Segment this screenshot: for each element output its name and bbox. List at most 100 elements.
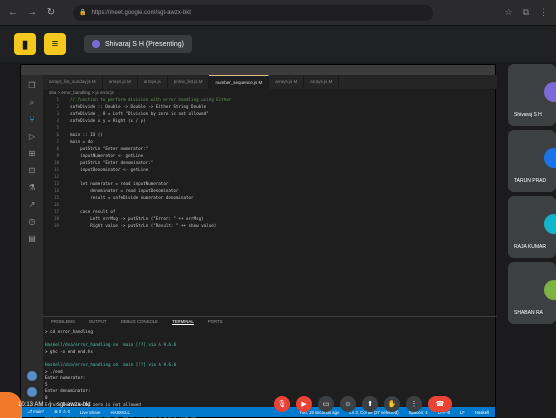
code-line: 9 inputNumerator <- getLine [43, 152, 497, 159]
emoji-icon[interactable]: ☺ [340, 396, 356, 412]
mic-off-icon[interactable]: 🎙 [274, 396, 290, 412]
forward-icon[interactable]: → [27, 7, 37, 18]
editor-tab[interactable]: arrays_list_sunday.js M [43, 75, 103, 89]
editor-tabs: arrays_list_sunday.js Marrays.js Marrays… [43, 75, 497, 89]
participant-tile[interactable]: Shivaraj S H [508, 64, 556, 126]
avatar [544, 148, 556, 168]
panel-tab[interactable]: OUTPUT [89, 319, 107, 324]
code-line: 18 Left errMsg -> putStrLn ("Error: " ++… [43, 215, 497, 222]
code-text: safeDivide _ 0 = Left "Division by zero … [65, 111, 209, 116]
status-item[interactable]: ⊗ 0 ⚠ 0 [54, 409, 70, 415]
lock-icon: 🔒 [79, 10, 87, 16]
browser-toolbar: ← → ↻ 🔒 https://meet.google.com/sgt-awzx… [0, 0, 556, 26]
code-line: 16 [43, 201, 497, 208]
docker-icon[interactable]: ▤ [28, 234, 37, 243]
camera-off-icon[interactable]: ▶ [296, 396, 312, 412]
timeline-icon[interactable]: ◷ [28, 217, 37, 226]
explorer-icon[interactable]: ❐ [28, 81, 37, 90]
presenting-indicator[interactable]: Shivaraj S H (Presenting) [84, 35, 192, 53]
panel-tab[interactable]: DEBUG CONSOLE [121, 319, 159, 324]
code-line: 19 Right value -> putStrLn ("Result: " +… [43, 222, 497, 229]
participant-tile[interactable]: SHABAN RA [508, 262, 556, 324]
captions-button-icon[interactable]: ▭ [318, 396, 334, 412]
status-item[interactable]: Live Share [80, 410, 101, 415]
code-text: putStrLn "Enter denominator:" [65, 160, 154, 165]
breadcrumb[interactable]: dsa > error_handling > js error.js [49, 90, 114, 95]
code-text: main = do [65, 139, 93, 144]
editor-tab[interactable]: arrays.js M [103, 75, 138, 89]
code-text: // function to perform division with err… [65, 97, 232, 102]
captions-icon[interactable]: ≡ [44, 33, 66, 55]
status-item[interactable]: ⎇ main* [27, 409, 44, 415]
code-editor[interactable]: 1 // function to perform division with e… [43, 96, 497, 314]
code-text: Right value -> putStrLn ("Result: " ++ s… [65, 223, 217, 228]
editor-tab[interactable]: number_sequence.js M [209, 75, 270, 89]
extensions-icon[interactable]: ⊞ [28, 149, 37, 158]
raise-hand-icon[interactable]: ✋ [384, 396, 400, 412]
code-line: 4 safeDivide x y = Right (x / y) [43, 117, 497, 124]
source-control-icon[interactable]: ⑂ [28, 115, 37, 124]
avatar [544, 214, 556, 234]
clock-time: 10:13 AM [18, 402, 44, 408]
meet-logo-icon: ▮ [14, 33, 36, 55]
present-icon[interactable]: ⬆ [362, 396, 378, 412]
terminal-line: Haskell/dsa/error_handling on main [!?] … [45, 342, 177, 348]
editor-tab[interactable]: prime_list.js M [168, 75, 210, 89]
star-icon[interactable]: ☆ [504, 7, 512, 18]
code-text: case result of [65, 209, 116, 214]
line-number: 1 [56, 97, 59, 102]
meeting-code: sgt-awzx-bkt [56, 402, 91, 408]
editor-tab[interactable]: arrays.js M [269, 75, 305, 89]
remote-icon[interactable]: ⊡ [28, 166, 37, 175]
terminal-line: Haskell/dsa/error_handling on main [!?] … [45, 361, 177, 367]
code-line: 5 [43, 124, 497, 131]
panel-tab[interactable]: TERMINAL [172, 319, 194, 325]
run-debug-icon[interactable]: ▷ [28, 132, 37, 141]
code-line: 6 main :: IO () [43, 131, 497, 138]
panel-tabs: PROBLEMS OUTPUT DEBUG CONSOLE TERMINAL PORTS [43, 316, 497, 326]
panel-tab[interactable]: PORTS [208, 319, 223, 324]
status-item[interactable]: Haskell [475, 410, 489, 415]
reload-icon[interactable]: ↻ [46, 7, 56, 18]
terminal-line: Enter numerator: [45, 375, 86, 381]
line-number: 11 [53, 167, 59, 172]
account-icon[interactable] [27, 371, 37, 381]
more-options-icon[interactable]: ⋮ [406, 396, 422, 412]
presenter-avatar [92, 40, 100, 48]
extensions-icon[interactable]: ⧉ [523, 7, 529, 18]
panel-tab[interactable]: PROBLEMS [51, 319, 75, 324]
status-item[interactable]: LF [460, 410, 465, 415]
code-text: safeDivide :: Double -> Double -> Either… [65, 104, 207, 109]
live-share-icon[interactable]: ↗ [28, 200, 37, 209]
terminal-line: 5 [45, 381, 48, 387]
code-line: 15 result = safeDivide numerator denomin… [43, 194, 497, 201]
line-number: 8 [56, 146, 59, 151]
code-line: 14 denominator = read inputDenominator [43, 187, 497, 194]
line-number: 16 [53, 202, 59, 207]
code-line: 8 putStrLn "Enter numerator:" [43, 145, 497, 152]
participant-tile[interactable]: RAJA KUMAR [508, 196, 556, 258]
activity-bar: ❐ ⌕ ⑂ ▷ ⊞ ⊡ ⚗ ↗ ◷ ▤ [21, 75, 43, 409]
participant-tile[interactable]: TARUN PRAD [508, 130, 556, 192]
testing-icon[interactable]: ⚗ [28, 183, 37, 192]
meeting-info: 10:13 AM | sgt-awzx-bkt [18, 402, 91, 408]
code-line: 10 putStrLn "Enter denominator:" [43, 159, 497, 166]
search-icon[interactable]: ⌕ [28, 98, 37, 107]
terminal-line: > ./end [45, 368, 63, 374]
line-number: 19 [53, 223, 59, 228]
participant-name: SHABAN RA [514, 310, 543, 316]
back-icon[interactable]: ← [8, 7, 18, 18]
avatar [544, 280, 556, 300]
editor-tab[interactable]: arrays.js [138, 75, 168, 89]
code-line: 3 safeDivide _ 0 = Left "Division by zer… [43, 110, 497, 117]
settings-icon[interactable] [27, 387, 37, 397]
status-item[interactable]: HASKELL [111, 410, 130, 415]
menu-icon[interactable]: ⋮ [539, 7, 548, 18]
end-call-icon[interactable]: ☎ [428, 396, 452, 412]
code-text: inputDenominator <- getLine [65, 167, 149, 172]
line-number: 6 [56, 132, 59, 137]
editor-tab[interactable]: arrays.js M [304, 75, 340, 89]
address-bar[interactable]: 🔒 https://meet.google.com/sgt-awzx-bkt [73, 4, 433, 21]
